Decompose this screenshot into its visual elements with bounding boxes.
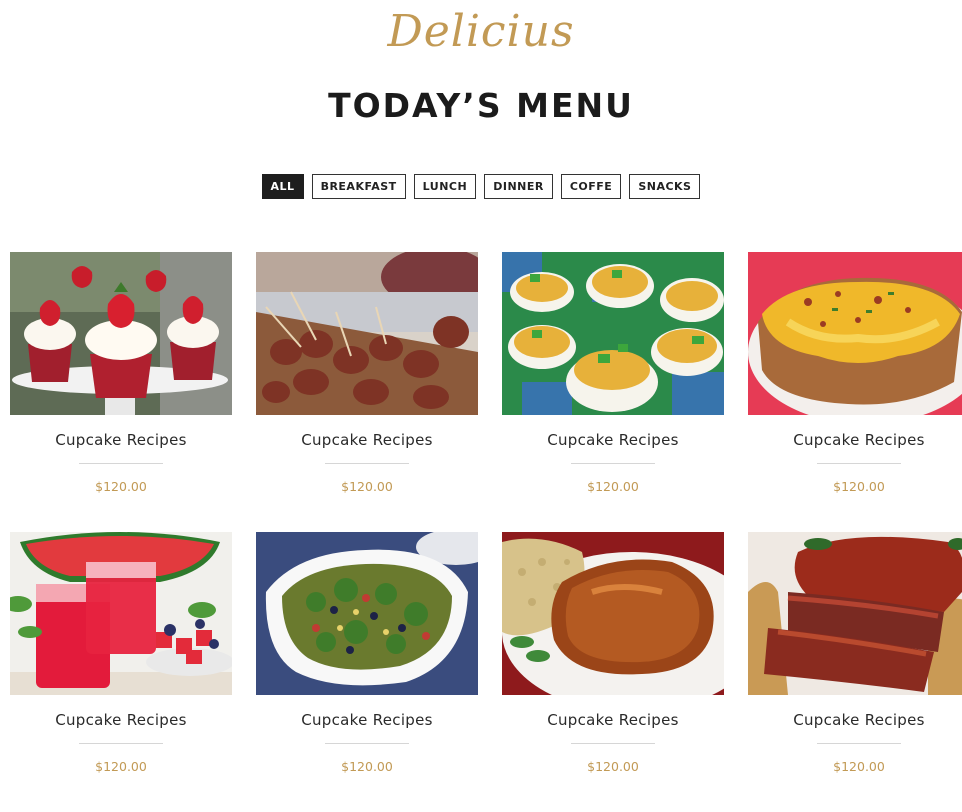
item-price: $120.00: [587, 479, 639, 494]
menu-item-card[interactable]: Cupcake Recipes $120.00: [256, 532, 478, 812]
food-image-deviled-eggs[interactable]: [502, 252, 724, 415]
item-title[interactable]: Cupcake Recipes: [748, 431, 962, 449]
food-image-watermelon-drinks[interactable]: [10, 532, 232, 695]
item-price: $120.00: [95, 479, 147, 494]
menu-item-card[interactable]: Cupcake Recipes $120.00: [256, 252, 478, 532]
food-image-glazed-meatloaf[interactable]: [748, 532, 962, 695]
food-image-bacon-wrapped-skewers[interactable]: [256, 252, 478, 415]
menu-item-card[interactable]: Cupcake Recipes $120.00: [502, 532, 724, 812]
food-image-quinoa-salad-bowl[interactable]: [256, 532, 478, 695]
item-price: $120.00: [587, 759, 639, 774]
divider: [79, 463, 163, 464]
food-image-strawberry-cupcakes[interactable]: [10, 252, 232, 415]
food-image-glazed-pork-chop[interactable]: [502, 532, 724, 695]
item-title[interactable]: Cupcake Recipes: [256, 431, 478, 449]
item-title[interactable]: Cupcake Recipes: [502, 711, 724, 729]
filter-lunch-button[interactable]: LUNCH: [413, 174, 477, 199]
filter-bar: ALL BREAKFAST LUNCH DINNER COFFE SNACKS: [0, 174, 962, 199]
food-image-loaded-baked-potato[interactable]: [748, 252, 962, 415]
item-title[interactable]: Cupcake Recipes: [10, 431, 232, 449]
item-title[interactable]: Cupcake Recipes: [502, 431, 724, 449]
divider: [325, 463, 409, 464]
divider: [325, 743, 409, 744]
filter-all-button[interactable]: ALL: [261, 174, 304, 199]
item-price: $120.00: [833, 479, 885, 494]
filter-coffe-button[interactable]: COFFE: [560, 174, 622, 199]
script-logo: Delicius: [387, 6, 575, 57]
filter-breakfast-button[interactable]: BREAKFAST: [311, 174, 406, 199]
menu-item-card[interactable]: Cupcake Recipes $120.00: [502, 252, 724, 532]
item-price: $120.00: [341, 759, 393, 774]
menu-item-card[interactable]: Cupcake Recipes $120.00: [748, 532, 962, 812]
item-price: $120.00: [341, 479, 393, 494]
item-price: $120.00: [833, 759, 885, 774]
item-price: $120.00: [95, 759, 147, 774]
page-title: TODAY’S MENU: [328, 86, 634, 125]
divider: [571, 743, 655, 744]
divider: [79, 743, 163, 744]
divider: [817, 743, 901, 744]
menu-item-card[interactable]: Cupcake Recipes $120.00: [748, 252, 962, 532]
item-title[interactable]: Cupcake Recipes: [748, 711, 962, 729]
filter-dinner-button[interactable]: DINNER: [484, 174, 553, 199]
menu-grid: Cupcake Recipes $120.00 Cupcake Recipes …: [10, 252, 962, 812]
divider: [817, 463, 901, 464]
menu-item-card[interactable]: Cupcake Recipes $120.00: [10, 252, 232, 532]
divider: [571, 463, 655, 464]
item-title[interactable]: Cupcake Recipes: [10, 711, 232, 729]
filter-snacks-button[interactable]: SNACKS: [629, 174, 701, 199]
item-title[interactable]: Cupcake Recipes: [256, 711, 478, 729]
menu-item-card[interactable]: Cupcake Recipes $120.00: [10, 532, 232, 812]
